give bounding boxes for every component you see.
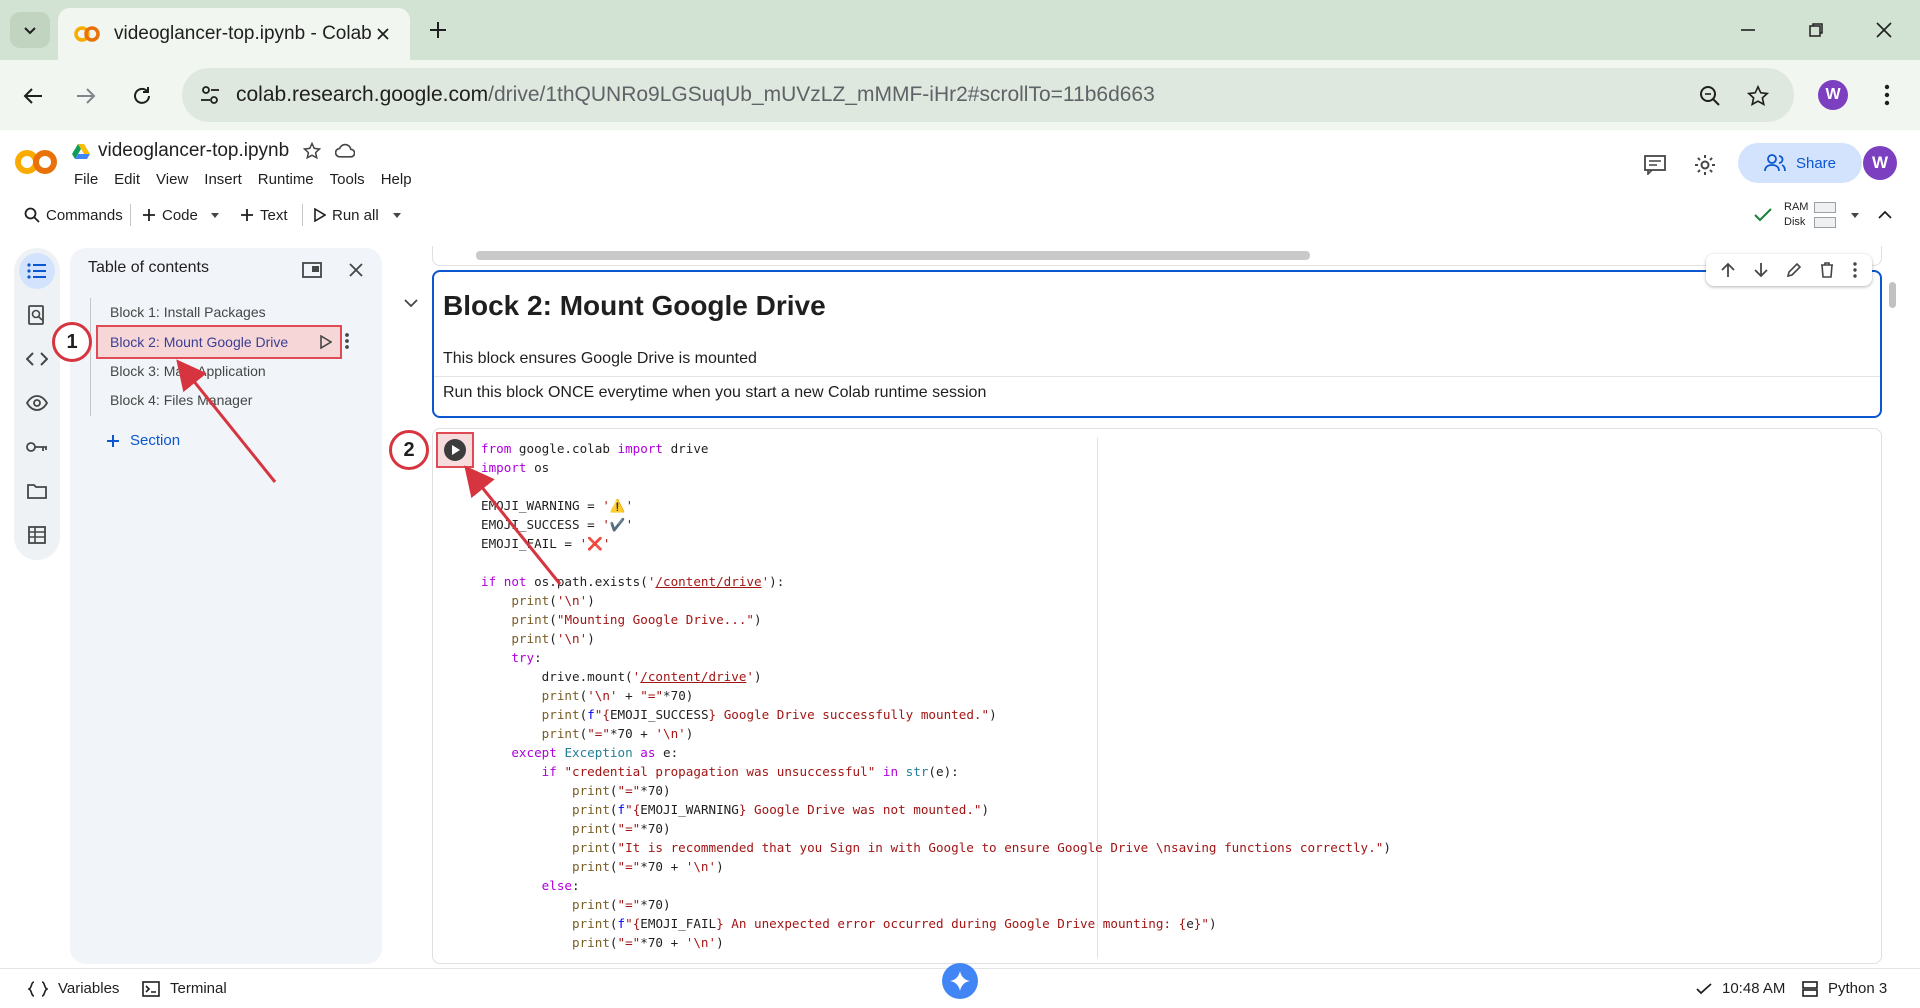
server-icon [1802, 980, 1818, 997]
terminal-button[interactable]: Terminal [142, 980, 227, 997]
annotation-arrows [176, 359, 562, 585]
terminal-icon [142, 980, 160, 997]
annotation-arrow-1 [176, 359, 277, 483]
execution-status[interactable]: 10:48 AM [1696, 980, 1785, 997]
annotation-badge-2: 2 [389, 430, 429, 470]
variables-button[interactable]: Variables [28, 980, 119, 997]
annotation-badge-1: 1 [52, 322, 92, 362]
annotation-arrow-2 [464, 465, 562, 585]
braces-icon [28, 980, 48, 997]
check-icon [1696, 982, 1712, 994]
gemini-sparkle-button[interactable] [942, 963, 978, 999]
runtime-type[interactable]: Python 3 [1802, 980, 1887, 997]
sparkle-icon [950, 971, 970, 991]
